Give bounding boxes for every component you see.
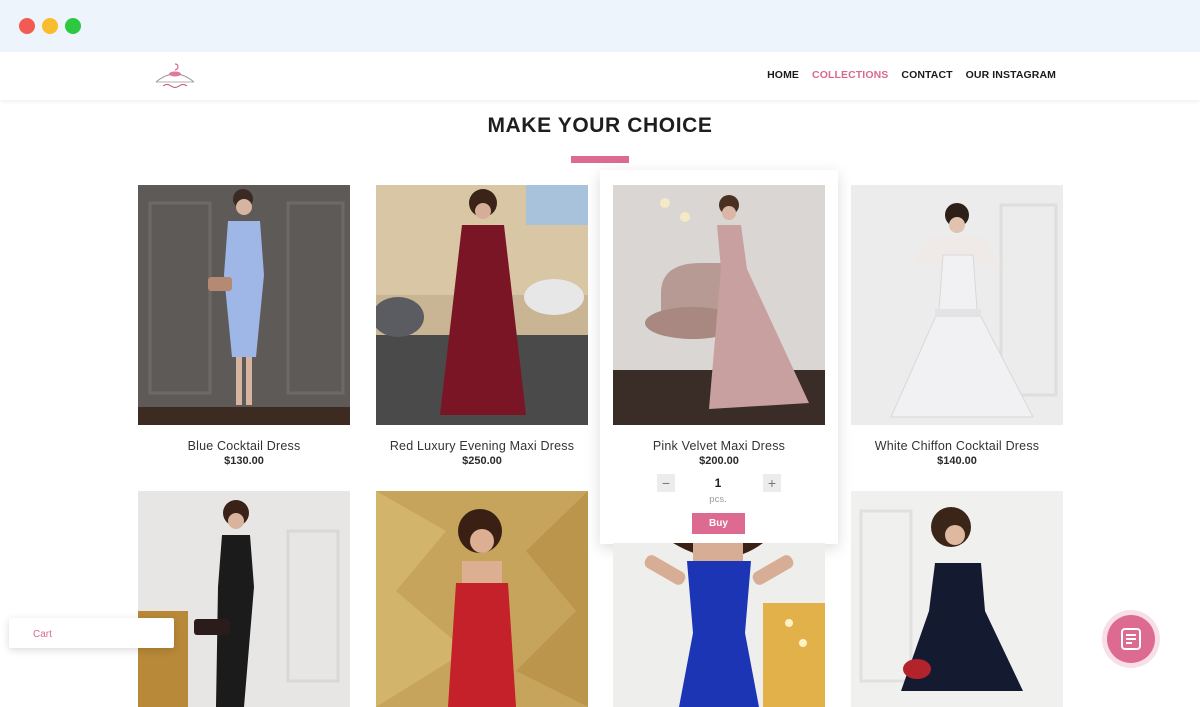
cart-bar[interactable]: Cart (9, 618, 174, 648)
product-price: $200.00 (699, 455, 739, 467)
nav-home[interactable]: HOME (767, 69, 799, 81)
close-window-button[interactable] (19, 18, 35, 34)
product-photo[interactable] (851, 491, 1063, 707)
brand-logo[interactable] (150, 60, 200, 92)
product-name[interactable]: Red Luxury Evening Maxi Dress (366, 439, 598, 453)
nav-contact[interactable]: CONTACT (901, 69, 952, 81)
quantity-value[interactable]: 1 (700, 476, 736, 490)
product-price: $130.00 (224, 455, 264, 467)
product-price: $250.00 (462, 455, 502, 467)
product-photo[interactable] (138, 491, 350, 707)
nav-collections[interactable]: COLLECTIONS (812, 69, 888, 81)
cart-label[interactable]: Cart (33, 629, 52, 640)
site-header: HOME COLLECTIONS CONTACT OUR INSTAGRAM (0, 52, 1200, 100)
product-name[interactable]: Blue Cocktail Dress (128, 439, 360, 453)
chat-document-icon (1121, 628, 1141, 650)
dress-shape (448, 583, 516, 707)
minus-icon: − (661, 475, 671, 491)
heading-underline (571, 156, 629, 163)
product-photo[interactable] (613, 185, 825, 425)
chat-button[interactable] (1107, 615, 1155, 663)
product-photo[interactable] (613, 543, 825, 707)
product-photo[interactable] (376, 185, 588, 425)
product-photo[interactable] (851, 185, 1063, 425)
quantity-increment-button[interactable]: + (763, 474, 781, 492)
quantity-decrement-button[interactable]: − (657, 474, 675, 492)
plus-icon: + (767, 475, 777, 491)
quantity-unit: pcs. (709, 494, 727, 505)
buy-button[interactable]: Buy (692, 513, 745, 534)
product-photo[interactable] (376, 491, 588, 707)
maximize-window-button[interactable] (65, 18, 81, 34)
product-price: $140.00 (937, 455, 977, 467)
product-name[interactable]: White Chiffon Cocktail Dress (841, 439, 1073, 453)
main-nav: HOME COLLECTIONS CONTACT OUR INSTAGRAM (767, 69, 1056, 81)
section-heading: MAKE YOUR CHOICE (487, 114, 713, 137)
product-name[interactable]: Pink Velvet Maxi Dress (603, 439, 835, 453)
product-photo[interactable] (138, 185, 350, 425)
minimize-window-button[interactable] (42, 18, 58, 34)
nav-our-instagram[interactable]: OUR INSTAGRAM (966, 69, 1056, 81)
browser-titlebar (0, 0, 1200, 52)
